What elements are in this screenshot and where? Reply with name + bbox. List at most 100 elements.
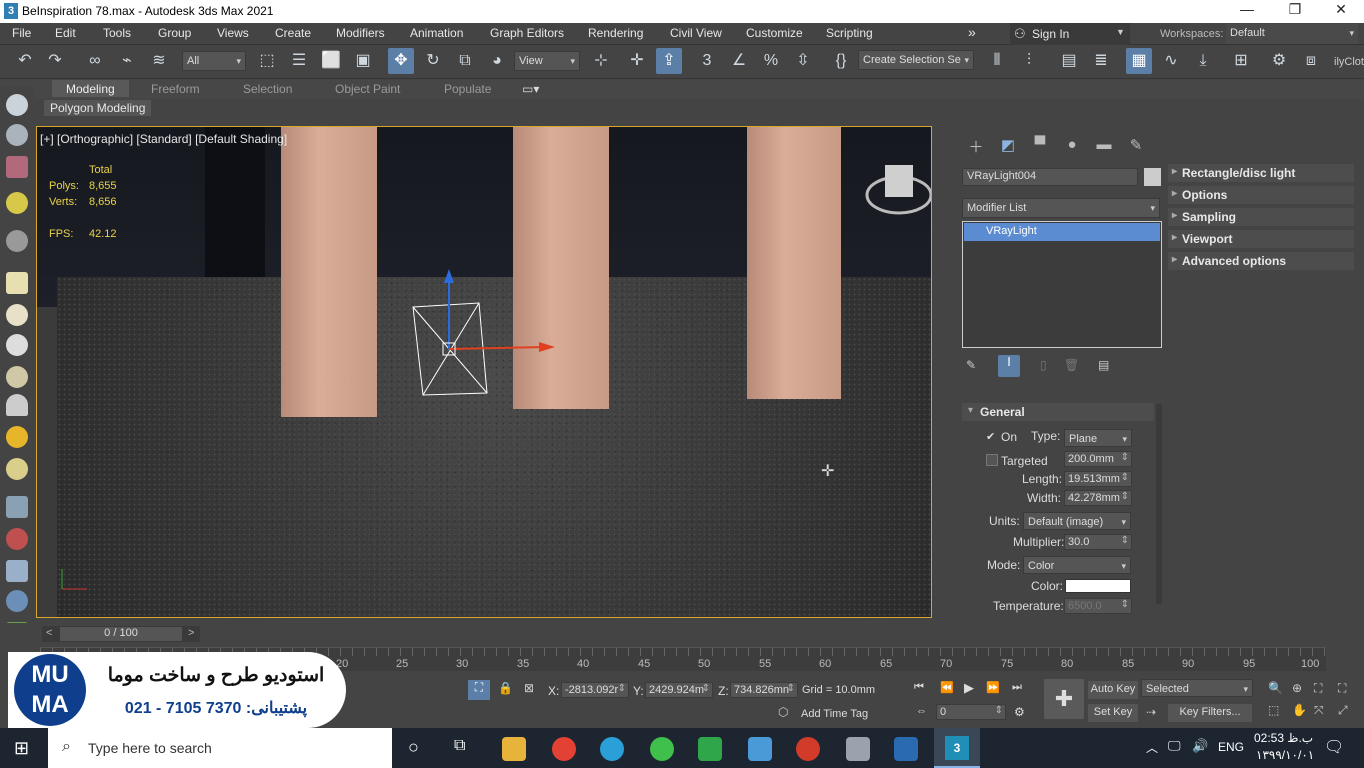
key-filter-icon[interactable]: ⇢	[1146, 705, 1156, 719]
angle-snap-icon[interactable]: ∠	[726, 48, 752, 74]
menu-tools[interactable]: Tools	[103, 26, 131, 40]
selection-lock-icon[interactable]: ⛶	[468, 680, 490, 700]
utilities-tab-icon[interactable]: ✎	[1126, 136, 1146, 156]
time-tag-icon[interactable]: ⬡	[778, 705, 788, 719]
image-icon[interactable]	[6, 156, 28, 178]
task-view-icon[interactable]: ⧉	[454, 737, 465, 755]
clock-date[interactable]: ۱۳۹۹/۱۰/۰۱	[1256, 748, 1314, 762]
rollout-options[interactable]: Options	[1168, 186, 1354, 204]
modifier-stack-item[interactable]: VRayLight	[964, 223, 1160, 241]
orbit-icon[interactable]: ⤧	[1314, 703, 1324, 718]
curve-editor-icon[interactable]: ∿	[1158, 48, 1184, 74]
menu-civil-view[interactable]: Civil View	[670, 26, 722, 40]
keyboard-shortcut-override-icon[interactable]: ⇪	[656, 48, 682, 74]
rollout-rectangle-disc-light[interactable]: Rectangle/disc light	[1168, 164, 1354, 182]
tab-object-paint[interactable]: Object Paint	[335, 82, 400, 96]
go-to-end-icon[interactable]: ⏭	[1012, 681, 1022, 694]
rollout-viewport[interactable]: Viewport	[1168, 230, 1354, 248]
menu-customize[interactable]: Customize	[746, 26, 803, 40]
rocket-icon[interactable]	[846, 737, 870, 761]
modifier-list-dropdown[interactable]: Modifier List	[962, 198, 1160, 218]
maximize-viewport-icon[interactable]: ⤢	[1338, 703, 1348, 718]
minimize-button[interactable]: —	[1224, 1, 1270, 17]
move-icon[interactable]: ✥	[388, 48, 414, 74]
z-coordinate-field[interactable]: 734.826mn	[730, 682, 798, 698]
selection-set-dropdown[interactable]: Create Selection Se	[858, 50, 974, 70]
polygon-modeling-tab[interactable]: Polygon Modeling	[44, 100, 152, 116]
menu-animation[interactable]: Animation	[410, 26, 463, 40]
auto-key-button[interactable]: Auto Key	[1088, 681, 1138, 699]
sphere-icon[interactable]	[6, 334, 28, 356]
reference-coordinate-dropdown[interactable]: View	[514, 51, 580, 71]
chrome-icon[interactable]	[552, 737, 576, 761]
live-icon[interactable]	[796, 737, 820, 761]
pan-icon[interactable]: ✋	[1292, 703, 1307, 717]
vraylight-gizmo[interactable]	[407, 267, 577, 397]
pivot-center-icon[interactable]: ⊹	[588, 48, 614, 74]
named-selection-icon[interactable]: {}	[828, 48, 854, 74]
motion-tab-icon[interactable]: ●	[1062, 136, 1082, 156]
photos-icon[interactable]	[894, 737, 918, 761]
plane-icon[interactable]	[6, 272, 28, 294]
targeted-spinner[interactable]: 200.0mm	[1064, 451, 1132, 467]
current-frame-field[interactable]: 0	[936, 704, 1006, 720]
cloud-icon[interactable]	[6, 124, 28, 146]
prev-frame-icon[interactable]: <	[46, 627, 52, 639]
snaps-toggle-icon[interactable]: 3	[694, 48, 720, 74]
menu-overflow-icon[interactable]: »	[968, 24, 976, 40]
menu-scripting[interactable]: Scripting	[826, 26, 873, 40]
mirror-icon[interactable]: ⫴	[984, 48, 1010, 74]
time-config-icon[interactable]: ⚙	[1014, 705, 1025, 719]
next-frame-icon[interactable]: ⏩	[986, 681, 1000, 694]
sign-in-button[interactable]: ⚇ Sign In ▼	[1010, 23, 1130, 45]
link-icon[interactable]: ∞	[82, 48, 108, 74]
teapot-icon[interactable]	[6, 94, 28, 116]
align-icon[interactable]: ⫶	[1016, 48, 1042, 74]
tab-modeling[interactable]: Modeling	[52, 80, 129, 97]
grid-icon[interactable]	[6, 496, 28, 518]
undo-icon[interactable]: ↶	[12, 48, 38, 74]
telegram-icon[interactable]	[600, 737, 624, 761]
command-panel-scrollbar[interactable]	[1156, 404, 1162, 604]
material-editor-icon[interactable]: ⊞	[1228, 48, 1254, 74]
rollout-sampling[interactable]: Sampling	[1168, 208, 1354, 226]
zoom-extents-icon[interactable]: ⛶	[1314, 681, 1322, 696]
layer-explorer-icon[interactable]: ≣	[1088, 48, 1114, 74]
field-of-view-icon[interactable]: ⬚	[1268, 703, 1279, 717]
tab-selection[interactable]: Selection	[243, 82, 292, 96]
window-crossing-icon[interactable]: ▣	[350, 48, 376, 74]
volume-icon[interactable]: 🔊	[1192, 738, 1208, 754]
on-checkbox[interactable]: ✔	[986, 430, 995, 443]
y-coordinate-field[interactable]: 2429.924m	[645, 682, 713, 698]
windows-start-icon[interactable]: ⊞	[14, 738, 29, 759]
previous-frame-icon[interactable]: ⏪	[940, 681, 954, 694]
menu-views[interactable]: Views	[217, 26, 249, 40]
viewcube-icon[interactable]	[859, 157, 932, 227]
cone-icon[interactable]	[6, 394, 28, 416]
show-hidden-icons-icon[interactable]: ︿	[1146, 739, 1158, 756]
object-name-field[interactable]: VRayLight004	[962, 168, 1138, 186]
configure-modifier-sets-icon[interactable]: ▤	[1098, 358, 1109, 372]
dome-icon[interactable]	[6, 304, 28, 326]
schematic-view-icon[interactable]: ⤓	[1190, 48, 1216, 74]
sun-icon[interactable]	[6, 426, 28, 448]
tab-freeform[interactable]: Freeform	[151, 82, 200, 96]
close-button[interactable]: ✕	[1318, 1, 1364, 18]
units-dropdown[interactable]: Default (image)	[1023, 512, 1131, 530]
length-spinner[interactable]: 19.513mm	[1064, 471, 1132, 487]
ribbon-options-icon[interactable]: ▭▾	[522, 82, 539, 96]
rollout-general[interactable]: ▾ General	[962, 403, 1154, 421]
next-frame-icon[interactable]: >	[188, 627, 194, 639]
set-keys-icon[interactable]: ✚	[1044, 679, 1084, 719]
menu-group[interactable]: Group	[158, 26, 191, 40]
cortana-icon[interactable]: ○	[408, 737, 419, 758]
targeted-checkbox[interactable]	[986, 454, 998, 466]
tab-populate[interactable]: Populate	[444, 82, 491, 96]
light-color-swatch[interactable]	[1065, 579, 1131, 593]
percent-snap-icon[interactable]: %	[758, 48, 784, 74]
proxy-icon[interactable]	[6, 560, 28, 582]
width-spinner[interactable]: 42.278mm	[1064, 490, 1132, 506]
type-dropdown[interactable]: Plane	[1064, 429, 1132, 447]
workspaces-dropdown[interactable]: Default	[1226, 24, 1358, 44]
go-to-start-icon[interactable]: ⏮	[914, 681, 924, 694]
